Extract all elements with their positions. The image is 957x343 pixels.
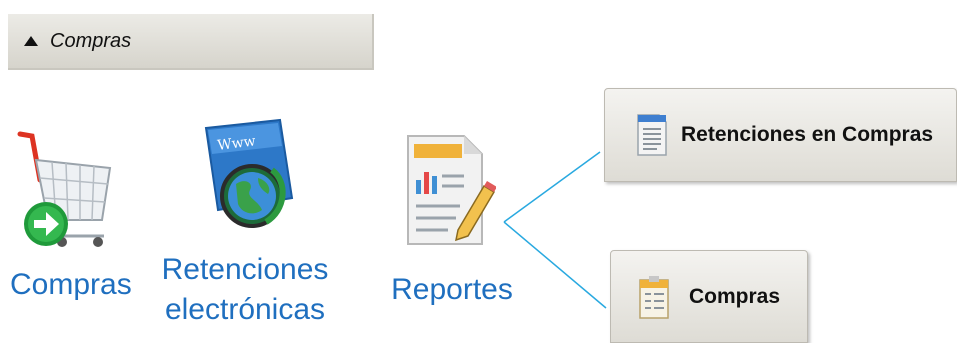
report-button-label: Compras	[689, 284, 781, 308]
report-button-compras[interactable]: Compras	[610, 250, 808, 343]
document-form-icon	[637, 274, 671, 320]
report-button-label: Retenciones en Compras	[681, 123, 934, 146]
document-list-icon	[635, 113, 669, 157]
report-button-retenciones-en-compras[interactable]: Retenciones en Compras	[604, 88, 957, 182]
